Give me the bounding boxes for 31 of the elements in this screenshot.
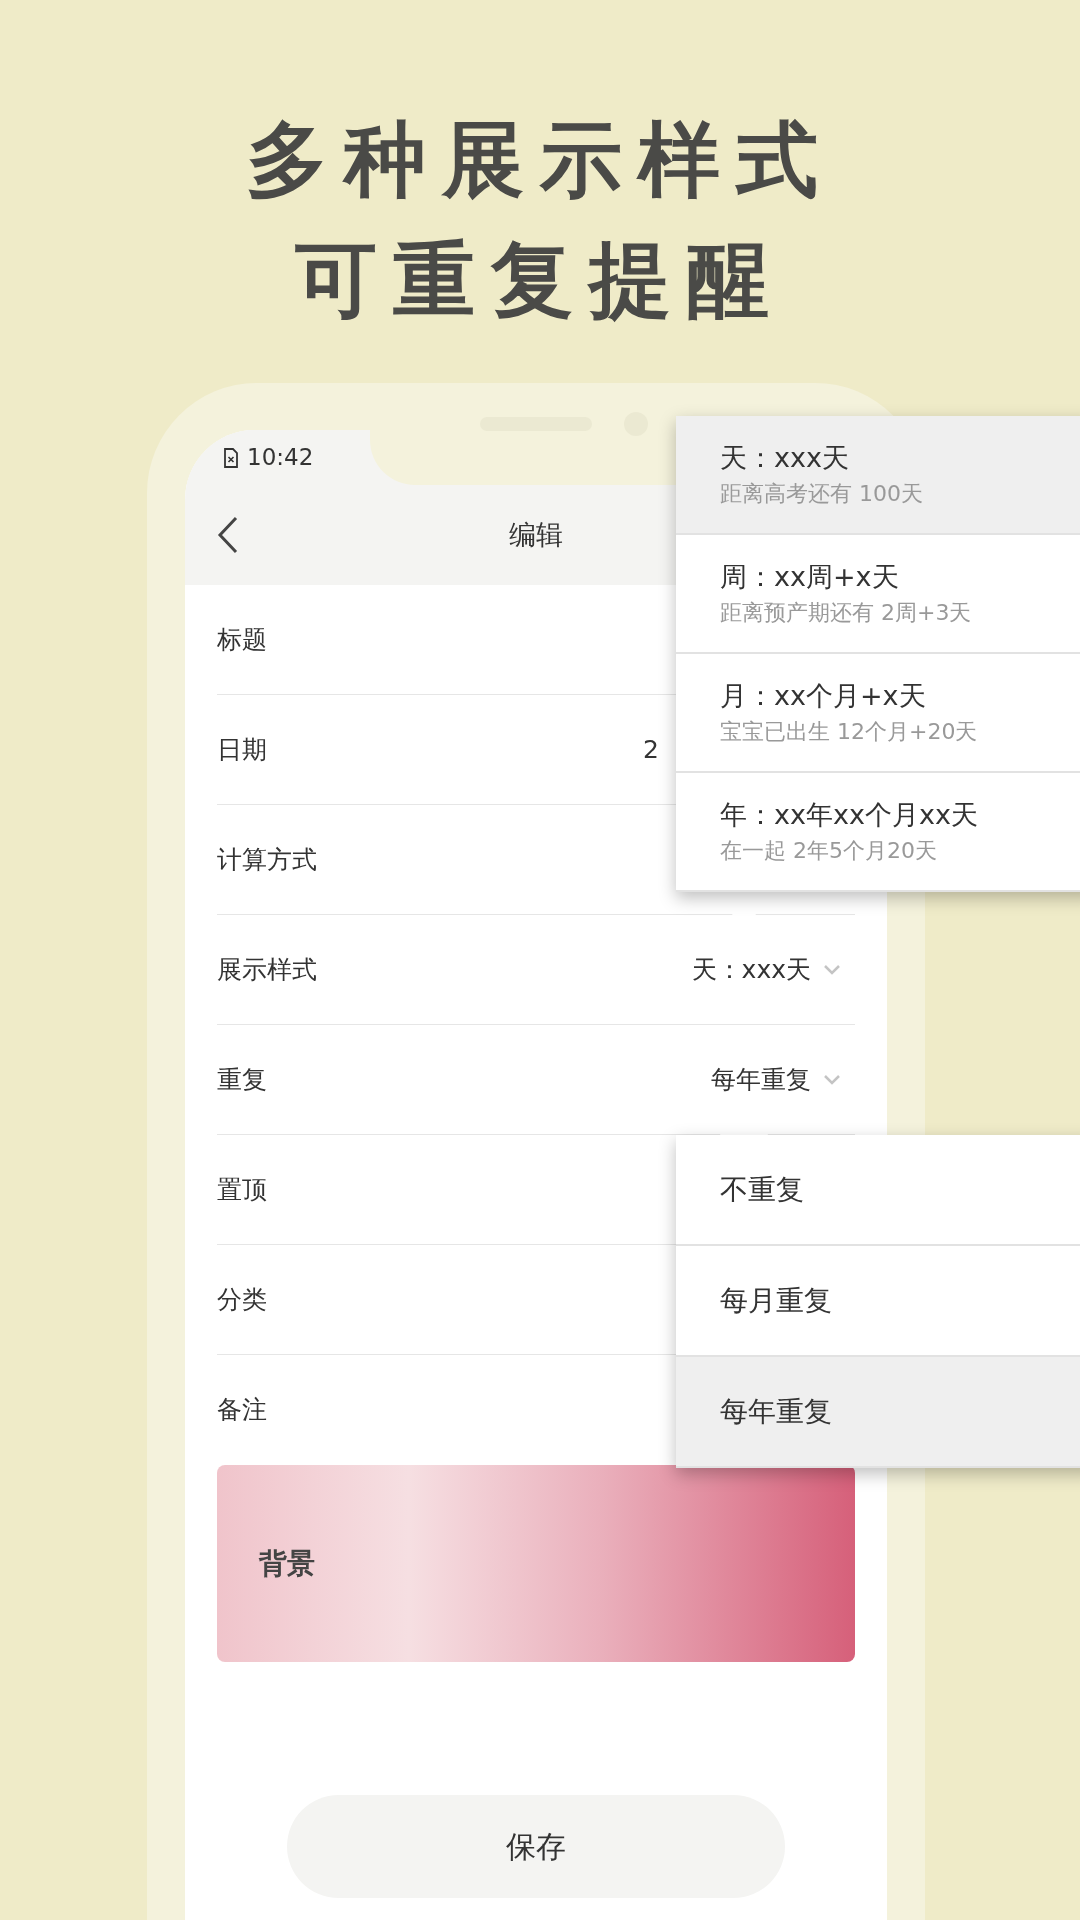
row-label: 计算方式 — [217, 843, 317, 876]
style-option[interactable]: 月：xx个月+x天 宝宝已出生 12个月+20天 — [676, 654, 1080, 773]
page-title: 编辑 — [509, 517, 563, 552]
back-icon — [217, 516, 239, 554]
headline: 可重复提醒 — [295, 231, 785, 329]
status-time: 10:42 — [247, 443, 314, 473]
style-option[interactable]: 年：xx年xx个月xx天 在一起 2年5个月20天 — [676, 773, 1080, 892]
row-label: 置顶 — [217, 1173, 267, 1206]
row-label: 重复 — [217, 1063, 267, 1096]
style-option[interactable]: 周：xx周+x天 距离预产期还有 2周+3天 — [676, 535, 1080, 654]
repeat-option[interactable]: 不重复 — [676, 1135, 1080, 1246]
repeat-option[interactable]: 每月重复 — [676, 1246, 1080, 1357]
option-title: 天：xxx天 — [720, 440, 850, 475]
style-option[interactable]: 天：xxx天 距离高考还有 100天 — [676, 416, 1080, 535]
save-button[interactable]: 保存 — [287, 1795, 785, 1898]
row-label: 日期 — [217, 733, 267, 766]
background-card[interactable]: 背景 — [217, 1465, 855, 1662]
option-example: 距离高考还有 100天 — [720, 479, 924, 508]
row-value: 每年重复 — [711, 1063, 811, 1096]
background-label: 背景 — [259, 1545, 315, 1582]
no-sim-icon — [223, 447, 239, 468]
row-value: 2 — [643, 733, 659, 766]
headline: 多种展示样式 — [246, 111, 834, 209]
chevron-down-icon — [823, 1073, 841, 1086]
row-label: 标题 — [217, 623, 267, 656]
chevron-down-icon — [823, 963, 841, 976]
repeat-option[interactable]: 每年重复 — [676, 1357, 1080, 1468]
row-value: 天：xxx天 — [691, 953, 811, 986]
form-row[interactable]: 展示样式 天：xxx天 — [217, 915, 855, 1025]
row-label: 展示样式 — [217, 953, 317, 986]
row-label: 分类 — [217, 1283, 267, 1316]
